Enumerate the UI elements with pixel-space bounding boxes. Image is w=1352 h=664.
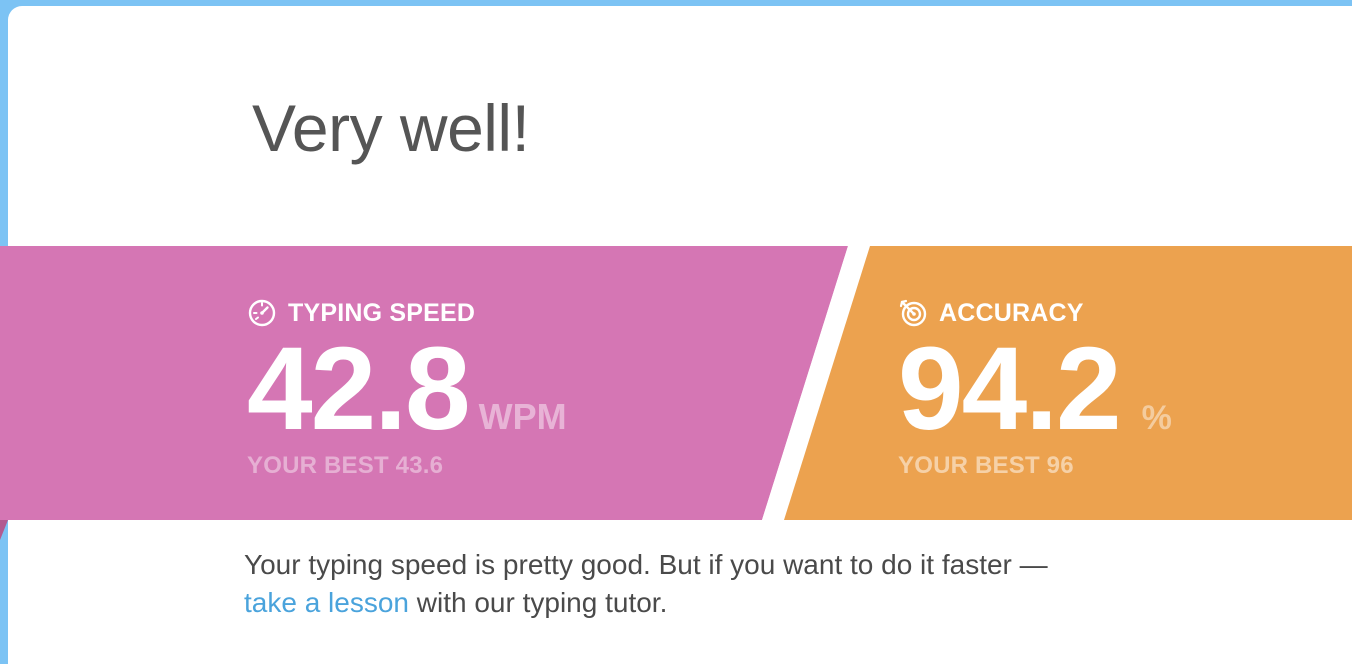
accuracy-value-row: 94.2%: [898, 324, 1172, 454]
feedback-text-before: Your typing speed is pretty good. But if…: [244, 549, 1048, 580]
band-corner-fold: [0, 520, 8, 540]
feedback-text-after: with our typing tutor.: [409, 587, 668, 618]
accuracy-best: YOUR BEST 96: [898, 452, 1074, 479]
stats-band: TYPING SPEED 42.8 WPM YOUR BEST 43.6 ACCU…: [0, 246, 1352, 520]
feedback-text: Your typing speed is pretty good. But if…: [244, 546, 1064, 622]
result-heading: Very well!: [252, 91, 530, 165]
accuracy-unit: %: [1141, 399, 1172, 437]
typing-speed-unit: WPM: [478, 396, 567, 437]
typing-speed-value-row: 42.8 WPM: [247, 324, 567, 454]
typing-speed-best: YOUR BEST 43.6: [247, 452, 444, 479]
typing-speed-value: 42.8: [247, 323, 471, 455]
accuracy-value: 94.2: [898, 323, 1122, 455]
take-lesson-link[interactable]: take a lesson: [244, 587, 409, 618]
